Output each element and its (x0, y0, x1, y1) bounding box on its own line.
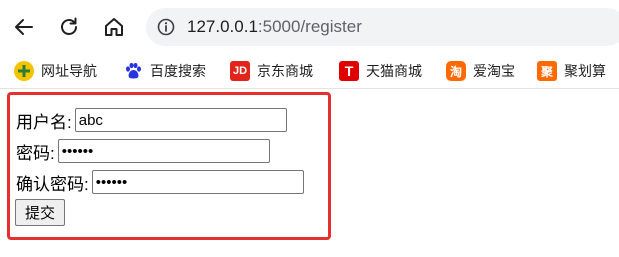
home-button[interactable] (97, 10, 131, 44)
confirm-password-input[interactable] (91, 170, 304, 194)
reload-icon (61, 17, 77, 35)
baidu-paw-icon (123, 61, 143, 81)
juhuasuan-icon: 聚 (537, 61, 557, 81)
bookmark-baidu[interactable]: 百度搜索 (123, 60, 206, 82)
url-text: 127.0.0.1:5000/register (187, 16, 362, 38)
bookmark-hao123[interactable]: 网址导航 (14, 60, 97, 82)
tmall-icon: T (339, 61, 359, 81)
arrow-left-icon (15, 19, 33, 35)
url-path: :5000/register (257, 17, 362, 36)
username-label: 用户名: (16, 112, 72, 132)
submit-button[interactable]: 提交 (15, 199, 66, 226)
url-host: 127.0.0.1 (187, 17, 258, 36)
back-button[interactable] (7, 10, 41, 44)
bookmark-label: 爱淘宝 (473, 64, 515, 80)
page-content: 用户名: 密码: 确认密码: 提交 (0, 90, 619, 257)
bookmark-label: 天猫商城 (366, 64, 422, 80)
jd-icon: JD (230, 61, 250, 81)
password-label: 密码: (16, 143, 55, 163)
register-form: 用户名: 密码: 确认密码: 提交 (7, 92, 331, 240)
password-input[interactable] (57, 139, 270, 163)
home-icon (105, 18, 123, 36)
bookmark-aitaobao[interactable]: 淘 爱淘宝 (446, 60, 515, 82)
reload-button[interactable] (52, 10, 86, 44)
bookmark-label: 京东商城 (257, 64, 313, 80)
bookmarks-bar: 网址导航 百度搜索 JD 京东商城 T 天猫商城 淘 爱淘宝 聚 聚划算 (0, 52, 619, 89)
bookmark-label: 网址导航 (41, 64, 97, 80)
confirm-password-label: 确认密码: (16, 174, 89, 194)
password-row: 密码: (16, 139, 270, 163)
bookmark-juhuasuan[interactable]: 聚 聚划算 (537, 60, 606, 82)
site-info-icon[interactable] (156, 17, 176, 37)
confirm-password-row: 确认密码: (16, 170, 304, 194)
bookmark-tmall[interactable]: T 天猫商城 (339, 60, 422, 82)
username-row: 用户名: (16, 108, 287, 132)
hao123-icon (14, 61, 34, 81)
bookmark-label: 百度搜索 (150, 64, 206, 80)
bookmark-label: 聚划算 (564, 64, 606, 80)
bookmark-jd[interactable]: JD 京东商城 (230, 60, 313, 82)
address-bar[interactable]: 127.0.0.1:5000/register (146, 8, 619, 46)
username-input[interactable] (74, 108, 287, 132)
aitaobao-icon: 淘 (446, 61, 466, 81)
browser-toolbar: 127.0.0.1:5000/register (0, 0, 619, 52)
